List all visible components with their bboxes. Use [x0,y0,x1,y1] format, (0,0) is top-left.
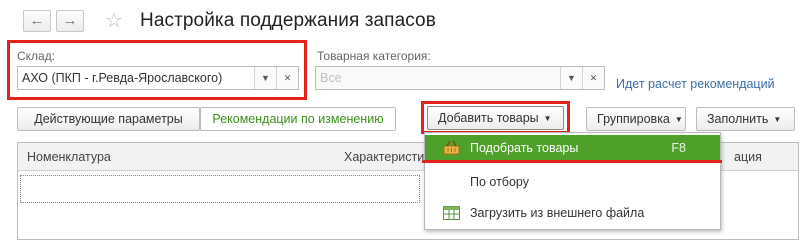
menu-item-label: По отбору [470,175,529,189]
clear-icon[interactable]: ✕ [582,67,604,89]
add-goods-label: Добавить товары [438,111,539,125]
column-header-cut[interactable]: ация [734,150,762,164]
star-icon[interactable]: ☆ [105,8,123,33]
fill-button[interactable]: Заполнить ▼ [696,107,795,131]
warehouse-value[interactable]: АХО (ПКП - г.Ревда-Ярославского) [18,67,254,89]
warehouse-label: Склад: [17,49,56,63]
category-value[interactable]: Все [316,67,560,89]
arrow-right-icon: → [62,12,78,29]
dropdown-arrow-icon[interactable]: ▼ [560,67,582,89]
menu-item-label: Подобрать товары [470,141,579,155]
table-import-icon [443,206,460,220]
grouping-label: Группировка [597,112,670,126]
fill-label: Заполнить [707,112,769,126]
arrow-left-icon: ← [29,12,45,29]
column-header-characteristic[interactable]: Характеристи [344,150,424,164]
category-field[interactable]: Все ▼ ✕ [315,66,605,90]
shortcut-label: F8 [671,141,686,155]
dropdown-arrow-icon[interactable]: ▼ [254,67,276,89]
menu-item-by-filter[interactable]: По отбору [425,169,720,195]
menu-item-label: Загрузить из внешнего файла [470,206,645,220]
calculation-status-link[interactable]: Идет расчет рекомендаций [616,77,775,91]
clear-icon[interactable]: ✕ [276,67,298,89]
column-header-nomenclature[interactable]: Номенклатура [27,150,111,164]
caret-down-icon: ▼ [674,115,683,124]
caret-down-icon: ▼ [543,114,552,123]
basket-icon [443,140,460,155]
add-goods-dropdown: Подобрать товары F8 По отбору Загрузить … [422,132,722,230]
page-title: Настройка поддержания запасов [140,10,436,31]
tab-change-recommendations[interactable]: Рекомендации по изменению [200,107,396,131]
grouping-button[interactable]: Группировка ▼ [586,107,686,131]
table-row[interactable] [20,175,420,203]
back-button[interactable]: ← [23,10,51,32]
add-goods-button[interactable]: Добавить товары ▼ [427,106,564,130]
selection-underline [422,160,722,163]
forward-button[interactable]: → [56,10,84,32]
menu-item-load-from-file[interactable]: Загрузить из внешнего файла [425,200,720,226]
caret-down-icon: ▼ [773,115,782,124]
tab-current-parameters[interactable]: Действующие параметры [17,107,200,131]
menu-item-pick-goods[interactable]: Подобрать товары F8 [425,135,720,161]
warehouse-field[interactable]: АХО (ПКП - г.Ревда-Ярославского) ▼ ✕ [17,66,299,90]
category-label: Товарная категория: [317,49,431,63]
